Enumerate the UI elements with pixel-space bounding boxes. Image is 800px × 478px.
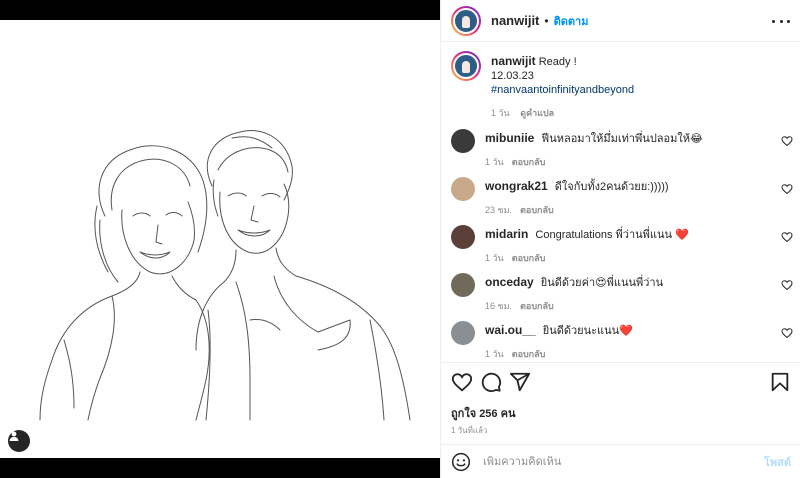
sketch-illustration xyxy=(39,130,411,421)
reply-button[interactable]: ตอบกลับ xyxy=(512,157,546,167)
see-translation-button[interactable]: ดูคำแปล xyxy=(520,108,554,118)
author-avatar[interactable] xyxy=(451,5,481,36)
comment-row: wongrak21 ดีใจกับทั้ง2คนด้วยย:))))) 23 ช… xyxy=(451,177,793,217)
caption-avatar[interactable] xyxy=(451,51,481,81)
caption-text: Ready ! xyxy=(538,56,577,68)
post-header: nanwijit • ติดตาม xyxy=(441,0,800,42)
reply-button[interactable]: ตอบกลับ xyxy=(520,205,554,215)
comment-username[interactable]: wongrak21 xyxy=(485,179,548,193)
post-side-panel: nanwijit • ติดตาม nanwijit Ready ! 12.03… xyxy=(440,0,800,478)
comments-list[interactable]: nanwijit Ready ! 12.03.23 #nanvaantoinfi… xyxy=(441,43,800,361)
commenter-avatar[interactable] xyxy=(451,177,475,201)
caption-username[interactable]: nanwijit xyxy=(491,54,536,68)
comment-row: wai.ou__ ยินดีด้วยนะแนน❤️ 1 วัน ตอบกลับ xyxy=(451,321,793,361)
comment-text: ยินดีด้วยนะแนน❤️ xyxy=(542,325,633,337)
comment-row: onceday ยินดีด้วยค่า😍พี่แนนพี่ว่าน 16 ชม… xyxy=(451,273,793,313)
commenter-avatar[interactable] xyxy=(451,273,475,297)
post-media xyxy=(0,0,440,478)
reply-button[interactable]: ตอบกลับ xyxy=(512,349,546,359)
comment-time: 23 ชม. xyxy=(485,205,513,215)
comment-time: 1 วัน xyxy=(485,157,504,167)
comment-button[interactable] xyxy=(480,371,502,393)
comment-username[interactable]: mibuniie xyxy=(485,131,534,145)
reply-button[interactable]: ตอบกลับ xyxy=(520,301,554,311)
caption-hashtag[interactable]: #nanvaantoinfinityandbeyond xyxy=(491,84,634,96)
save-button[interactable] xyxy=(769,371,791,393)
more-icon xyxy=(772,19,775,23)
comment-row: mibuniie ฟีนหลอมาให้มึ่มเท่าพึ่นปลอมให้😂… xyxy=(451,129,793,169)
caption-date: 12.03.23 xyxy=(491,70,534,82)
commenter-avatar[interactable] xyxy=(451,129,475,153)
commenter-avatar[interactable] xyxy=(451,225,475,249)
comment-text: ยินดีด้วยค่า😍พี่แนนพี่ว่าน xyxy=(540,277,664,289)
user-tag-icon xyxy=(9,431,19,441)
more-options-button[interactable] xyxy=(772,12,790,30)
comment-heart-icon[interactable] xyxy=(781,183,793,195)
author-username[interactable]: nanwijit xyxy=(491,13,539,28)
comment-heart-icon[interactable] xyxy=(781,279,793,291)
comment-text: ฟีนหลอมาให้มึ่มเท่าพึ่นปลอมให้😂 xyxy=(541,133,703,145)
comment-input[interactable] xyxy=(483,455,756,468)
reply-button[interactable]: ตอบกลับ xyxy=(512,253,546,263)
comment-time: 1 วัน xyxy=(485,349,504,359)
commenter-avatar[interactable] xyxy=(451,321,475,345)
comment-username[interactable]: midarin xyxy=(485,227,528,241)
comment-time: 16 ชม. xyxy=(485,301,513,311)
comment-text: Congratulations พี่ว่านพี่แนน ❤️ xyxy=(535,229,689,241)
post-comment-button[interactable]: โพสต์ xyxy=(764,453,791,471)
comment-row: midarin Congratulations พี่ว่านพี่แนน ❤️… xyxy=(451,225,793,265)
comment-heart-icon[interactable] xyxy=(781,327,793,339)
comment-username[interactable]: onceday xyxy=(485,275,534,289)
caption-time: 1 วัน xyxy=(491,108,510,118)
comment-composer: โพสต์ xyxy=(441,444,800,478)
like-button[interactable] xyxy=(451,371,473,393)
comment-text: ดีใจกับทั้ง2คนด้วยย:))))) xyxy=(554,181,669,193)
post-caption: nanwijit Ready ! 12.03.23 #nanvaantoinfi… xyxy=(451,51,781,120)
share-button[interactable] xyxy=(509,371,531,393)
comment-heart-icon[interactable] xyxy=(781,231,793,243)
post-actions: ถูกใจ 256 คน 1 วันที่แล้ว xyxy=(441,362,800,444)
likes-count[interactable]: ถูกใจ 256 คน xyxy=(451,404,515,422)
user-tag-button[interactable] xyxy=(8,430,30,452)
comment-time: 1 วัน xyxy=(485,253,504,263)
emoji-icon[interactable] xyxy=(451,452,471,472)
comment-heart-icon[interactable] xyxy=(781,135,793,147)
comment-username[interactable]: wai.ou__ xyxy=(485,323,536,337)
post-image[interactable] xyxy=(0,20,440,458)
post-time: 1 วันที่แล้ว xyxy=(451,426,488,435)
separator-dot: • xyxy=(544,13,549,28)
follow-button[interactable]: ติดตาม xyxy=(554,12,589,30)
